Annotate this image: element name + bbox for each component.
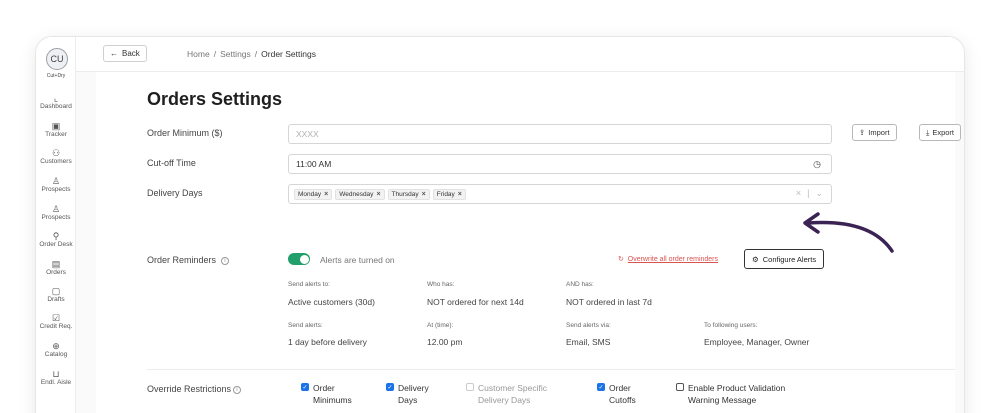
send-alerts-label: Send alerts:: [288, 322, 323, 329]
breadcrumb-current: Order Settings: [261, 49, 316, 59]
and-has-label: AND has:: [566, 281, 594, 288]
checkbox-disabled: [466, 383, 474, 391]
credit-icon: ☑: [51, 313, 61, 323]
who-has-value: NOT ordered for next 14d: [427, 297, 524, 307]
sidebar-item-orders[interactable]: ▤ Orders: [36, 259, 76, 277]
alerts-toggle-label: Alerts are turned on: [320, 255, 395, 265]
cart-icon: ⊔: [52, 369, 60, 379]
sidebar-item-customers[interactable]: ⚇ Customers: [36, 148, 76, 166]
info-icon[interactable]: i: [221, 256, 230, 265]
enable-product-validation[interactable]: Enable Product Validation Warning Message: [676, 382, 785, 406]
export-button[interactable]: ⤓ Export: [919, 124, 962, 141]
checkbox-checked[interactable]: ✓: [301, 383, 309, 391]
sidebar-item-tracker[interactable]: ▣ Tracker: [36, 121, 76, 139]
delivery-day-chip: Thursday ×: [387, 188, 430, 200]
override-restrictions-label: Override Restrictions i: [147, 384, 242, 394]
send-via-label: Send alerts via:: [566, 322, 611, 329]
sidebar-item-endless-aisle[interactable]: ⊔ Endl. Aisle: [36, 369, 76, 387]
send-alerts-value: 1 day before delivery: [288, 337, 367, 347]
chart-icon: ⌞: [53, 93, 59, 103]
back-button[interactable]: ← Back: [103, 45, 147, 62]
send-alerts-to-label: Send alerts to:: [288, 281, 330, 288]
draft-icon: ▢: [51, 286, 61, 296]
send-via-value: Email, SMS: [566, 337, 611, 347]
to-users-value: Employee, Manager, Owner: [704, 337, 810, 347]
import-button[interactable]: ⇪ Import: [852, 124, 897, 141]
cutoff-time-label: Cut-off Time: [147, 158, 196, 168]
catalog-icon: ⊕: [52, 341, 60, 351]
delivery-day-chip: Wednesday ×: [335, 188, 385, 200]
org-name: Cut+Dry: [46, 73, 66, 79]
override-order-minimums[interactable]: ✓ Order Minimums: [301, 382, 352, 406]
user-plus-icon: ♙: [51, 176, 61, 186]
breadcrumb-settings[interactable]: Settings: [220, 49, 251, 59]
delivery-days-label: Delivery Days: [147, 188, 203, 198]
top-bar: ← Back Home / Settings / Order Settings: [76, 37, 964, 72]
download-icon: ⤓: [926, 127, 930, 137]
remove-chip-icon[interactable]: ×: [376, 191, 380, 198]
and-has-value: NOT ordered in last 7d: [566, 297, 652, 307]
user-plus-icon: ♙: [51, 204, 61, 214]
sidebar-item-credit-req[interactable]: ☑ Credit Req.: [36, 313, 76, 331]
annotation-arrow-icon: [803, 212, 894, 253]
cutoff-time-input[interactable]: 11:00 AM ◷: [288, 154, 832, 174]
to-users-label: To following users:: [704, 322, 758, 329]
checkbox-checked[interactable]: ✓: [386, 383, 394, 391]
delivery-day-chip: Friday ×: [432, 188, 466, 200]
delivery-days-select[interactable]: Monday × Wednesday × Thursday × Friday × × |…: [288, 184, 832, 204]
sidebar-item-order-desk[interactable]: ⚲ Order Desk: [36, 231, 76, 249]
checkbox-unchecked[interactable]: [676, 383, 684, 391]
upload-icon: ⇪: [859, 128, 866, 137]
alerts-toggle[interactable]: [288, 253, 310, 265]
sidebar-item-prospects[interactable]: ♙ Prospects: [36, 176, 76, 194]
override-order-cutoffs[interactable]: ✓ Order Cutoffs: [597, 382, 636, 406]
document-icon: ▤: [51, 259, 61, 269]
gear-icon: ⚙: [752, 254, 759, 264]
divider-icon: |: [807, 188, 810, 198]
sidebar-item-catalog[interactable]: ⊕ Catalog: [36, 341, 76, 359]
order-minimum-input[interactable]: XXXX: [288, 124, 832, 144]
order-reminders-label: Order Reminders i: [147, 255, 230, 265]
clipboard-icon: ▣: [51, 121, 61, 131]
avatar[interactable]: CU: [46, 48, 68, 70]
remove-chip-icon[interactable]: ×: [458, 191, 462, 198]
send-alerts-to-value: Active customers (30d): [288, 297, 375, 307]
override-customer-delivery-days: Customer Specific Delivery Days: [466, 382, 547, 406]
overwrite-reminders-link[interactable]: ↻ Overwrite all order reminders: [618, 255, 718, 263]
sidebar-item-prospects-2[interactable]: ♙ Prospects: [36, 204, 76, 222]
order-desk-icon: ⚲: [52, 231, 60, 241]
breadcrumb-home[interactable]: Home: [187, 49, 210, 59]
refresh-icon: ↻: [618, 256, 624, 263]
at-time-value: 12.00 pm: [427, 337, 463, 347]
users-icon: ⚇: [51, 148, 61, 158]
clear-icon[interactable]: ×: [796, 188, 801, 199]
chevron-down-icon[interactable]: ⌄: [815, 188, 823, 199]
breadcrumb: Home / Settings / Order Settings: [187, 49, 316, 59]
delivery-day-chip: Monday ×: [294, 188, 333, 200]
at-time-label: At (time):: [427, 322, 454, 329]
remove-chip-icon[interactable]: ×: [324, 191, 328, 198]
info-icon[interactable]: i: [233, 385, 242, 394]
who-has-label: Who has:: [427, 281, 455, 288]
clock-icon: ◷: [813, 159, 821, 169]
section-divider: [147, 369, 955, 370]
sidebar-item-dashboard[interactable]: ⌞ Dashboard: [36, 93, 76, 111]
checkbox-checked[interactable]: ✓: [597, 383, 605, 391]
page-title: Orders Settings: [147, 89, 283, 109]
remove-chip-icon[interactable]: ×: [422, 191, 426, 198]
order-minimum-label: Order Minimum ($): [147, 128, 223, 138]
override-delivery-days[interactable]: ✓ Delivery Days: [386, 382, 429, 406]
sidebar: CU Cut+Dry ⌞ Dashboard ▣ Tracker ⚇ Custo…: [36, 37, 76, 413]
arrow-left-icon: ←: [110, 49, 118, 58]
sidebar-item-drafts[interactable]: ▢ Drafts: [36, 286, 76, 304]
